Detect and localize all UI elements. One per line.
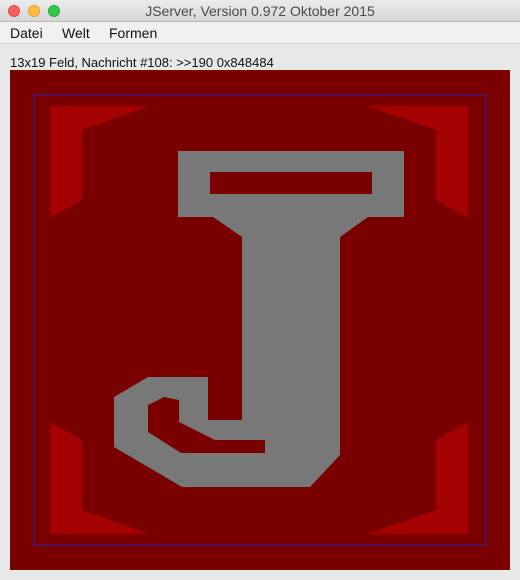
menu-bar: Datei Welt Formen [0, 22, 520, 44]
game-canvas[interactable] [10, 70, 510, 570]
menu-datei[interactable]: Datei [10, 25, 43, 41]
menu-formen[interactable]: Formen [109, 25, 157, 41]
window-titlebar: JServer, Version 0.972 Oktober 2015 [0, 0, 520, 22]
canvas-drawing [10, 70, 510, 570]
status-message: 13x19 Feld, Nachricht #108: >>190 0x8484… [10, 55, 274, 70]
window-title: JServer, Version 0.972 Oktober 2015 [145, 3, 375, 19]
menu-welt[interactable]: Welt [62, 25, 90, 41]
